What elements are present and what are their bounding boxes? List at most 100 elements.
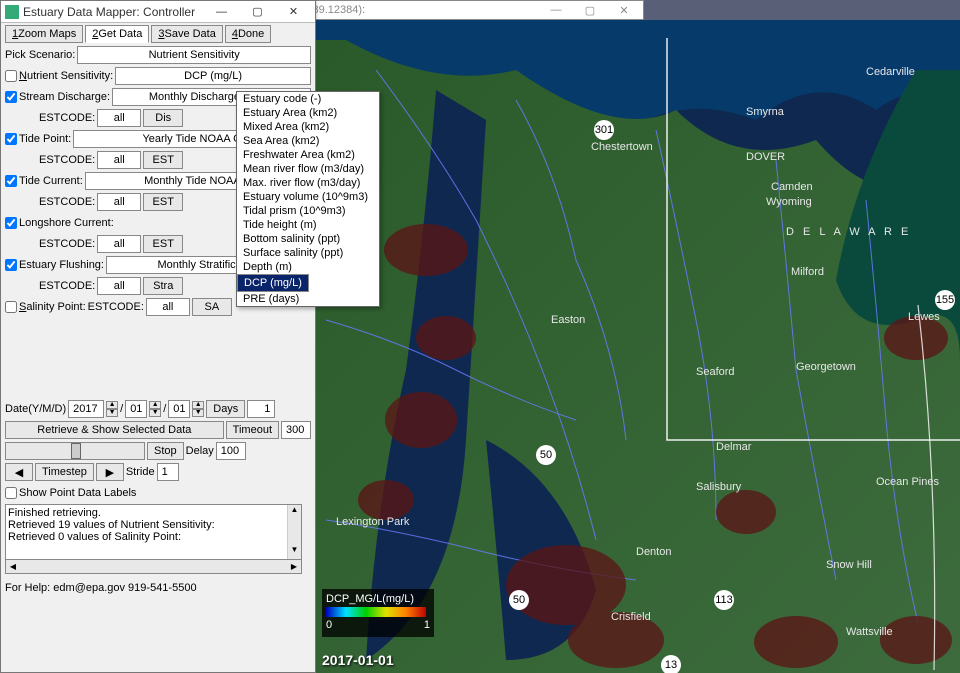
stream-checkbox[interactable] [5, 91, 17, 103]
nutrient-option[interactable]: Bottom salinity (ppt) [237, 232, 379, 246]
place-label: Salisbury [696, 481, 742, 493]
log-line-1: Retrieved 19 values of Nutrient Sensitiv… [8, 519, 299, 531]
nutrient-option[interactable]: Estuary Area (km2) [237, 106, 379, 120]
stop-button[interactable]: Stop [147, 442, 184, 460]
nutrient-option[interactable]: Depth (m) [237, 260, 379, 274]
date-month-input[interactable] [125, 400, 147, 418]
stream-label: Stream Discharge: [19, 91, 110, 103]
tidecurrent-checkbox[interactable] [5, 175, 17, 187]
help-label: For Help: edm@epa.gov 919-541-5500 [5, 582, 197, 594]
estcode-sel-5[interactable]: all [97, 277, 141, 295]
estcode-sel-2[interactable]: all [97, 151, 141, 169]
place-label: Easton [551, 314, 585, 326]
log-vscroll[interactable]: ▲▼ [287, 505, 301, 559]
log-line-2: Retrieved 0 values of Salinity Point: [8, 531, 299, 543]
progress-slider[interactable] [5, 442, 145, 460]
place-label: Milford [791, 266, 824, 278]
highway-shield-label: 301 [595, 124, 613, 136]
legend-title: DCP_MG/L(mg/L) [326, 593, 430, 605]
estcode-est-2[interactable]: EST [143, 151, 183, 169]
timeout-button[interactable]: Timeout [226, 421, 279, 439]
nutrient-checkbox[interactable] [5, 70, 17, 82]
place-label: Wyoming [766, 196, 812, 208]
day-spinner[interactable]: ▲▼ [192, 401, 204, 417]
estcode-sel-3[interactable]: all [97, 193, 141, 211]
nutrient-option[interactable]: Estuary code (-) [237, 92, 379, 106]
date-day-input[interactable] [168, 400, 190, 418]
place-label: Denton [636, 546, 671, 558]
nutrient-option[interactable]: Tidal prism (10^9m3) [237, 204, 379, 218]
controller-titlebar[interactable]: Estuary Data Mapper: Controller — ▢ ✕ [1, 1, 315, 23]
estcode-label-2: ESTCODE: [39, 154, 95, 166]
stride-input[interactable] [157, 463, 179, 481]
maximize-button[interactable]: ▢ [239, 2, 275, 22]
estcode-est-4[interactable]: EST [143, 235, 183, 253]
date-year-input[interactable] [68, 400, 104, 418]
close-button[interactable]: ✕ [275, 2, 311, 22]
tab-zoom-maps[interactable]: 1 Zoom Maps [5, 25, 83, 43]
salinity-label: Salinity Point: [19, 301, 86, 313]
nutrient-label: Nutrient Sensitivity: [19, 70, 113, 82]
nutrient-option[interactable]: Freshwater Area (km2) [237, 148, 379, 162]
place-label: Camden [771, 181, 813, 193]
nutrient-option[interactable]: Tide height (m) [237, 218, 379, 232]
estcode-sel-1[interactable]: all [97, 109, 141, 127]
place-label: Georgetown [796, 361, 856, 373]
nutrient-option[interactable]: Mean river flow (m3/day) [237, 162, 379, 176]
estcode-est-3[interactable]: EST [143, 193, 183, 211]
nutrient-option[interactable]: Estuary volume (10^9m3) [237, 190, 379, 204]
month-spinner[interactable]: ▲▼ [149, 401, 161, 417]
timeout-input[interactable] [281, 421, 311, 439]
pick-scenario-label: Pick Scenario: [5, 49, 75, 61]
viewer-maximize[interactable]: ▢ [575, 4, 605, 17]
highway-shield-label: 113 [715, 594, 733, 606]
tidecurrent-label: Tide Current: [19, 175, 83, 187]
minimize-button[interactable]: — [203, 2, 239, 22]
estcode-sel-6[interactable]: all [146, 298, 190, 316]
pick-scenario-select[interactable]: Nutrient Sensitivity [77, 46, 311, 64]
log-hscroll[interactable]: ◀▶ [5, 560, 302, 574]
tidepoint-label: Tide Point: [19, 133, 71, 145]
map-viewport[interactable]: CedarvilleSmyrnaChestertownDOVERCamdenWy… [316, 20, 960, 673]
timestep-label: Timestep [35, 463, 94, 481]
days-input[interactable] [247, 400, 275, 418]
days-button[interactable]: Days [206, 400, 245, 418]
viewer-minimize[interactable]: — [541, 4, 571, 16]
longshore-checkbox[interactable] [5, 217, 17, 229]
estcode-label-6: ESTCODE: [88, 301, 144, 313]
salinity-checkbox[interactable] [5, 301, 17, 313]
highway-shield-label: 13 [665, 659, 677, 671]
tab-save-data[interactable]: 3 Save Data [151, 25, 223, 43]
flushing-checkbox[interactable] [5, 259, 17, 271]
estcode-sel-4[interactable]: all [97, 235, 141, 253]
place-label: DOVER [746, 151, 785, 163]
longshore-label: Longshore Current: [19, 217, 114, 229]
nutrient-option[interactable]: Mixed Area (km2) [237, 120, 379, 134]
nutrient-select[interactable]: DCP (mg/L) [115, 67, 311, 85]
map-svg: CedarvilleSmyrnaChestertownDOVERCamdenWy… [316, 20, 960, 673]
estcode-stra-5[interactable]: Stra [143, 277, 183, 295]
tidepoint-checkbox[interactable] [5, 133, 17, 145]
show-labels-checkbox[interactable] [5, 487, 17, 499]
place-label: Smyrna [746, 106, 785, 118]
retrieve-button[interactable]: Retrieve & Show Selected Data [5, 421, 224, 439]
tab-get-data[interactable]: 2 Get Data [85, 25, 149, 43]
prev-timestep-button[interactable]: ◀ [5, 463, 33, 481]
log-textarea[interactable]: Finished retrieving. Retrieved 19 values… [5, 504, 302, 560]
next-timestep-button[interactable]: ▶ [96, 463, 124, 481]
place-label: Wattsville [846, 626, 893, 638]
nutrient-option[interactable]: DCP (mg/L) [237, 274, 309, 292]
viewer-close[interactable]: ✕ [609, 4, 639, 17]
estcode-sa-6[interactable]: SA [192, 298, 232, 316]
tab-done[interactable]: 4 Done [225, 25, 271, 43]
nutrient-option[interactable]: PRE (days) [237, 292, 379, 306]
nutrient-option[interactable]: Surface salinity (ppt) [237, 246, 379, 260]
delay-input[interactable] [216, 442, 246, 460]
year-spinner[interactable]: ▲▼ [106, 401, 118, 417]
estcode-disp-1[interactable]: Dis [143, 109, 183, 127]
place-label: Lewes [908, 311, 940, 323]
estcode-label-3: ESTCODE: [39, 196, 95, 208]
nutrient-option[interactable]: Max. river flow (m3/day) [237, 176, 379, 190]
nutrient-option[interactable]: Sea Area (km2) [237, 134, 379, 148]
place-label: Ocean Pines [876, 476, 939, 488]
